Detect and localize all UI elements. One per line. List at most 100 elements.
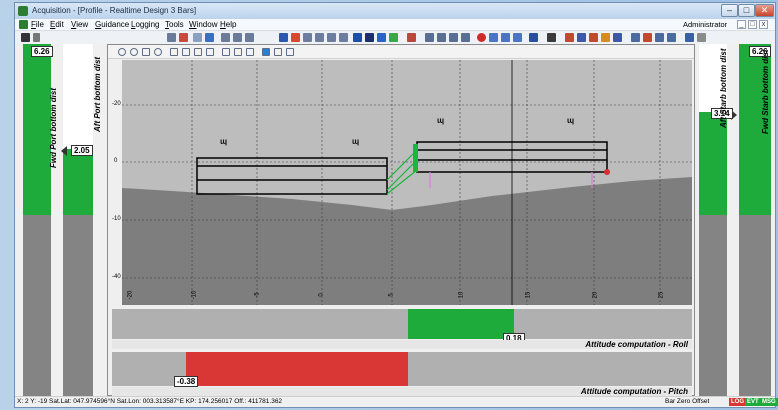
toolbar-icon-24[interactable] (461, 33, 470, 42)
toolbar-icon-9[interactable] (245, 33, 254, 42)
toolbar-icon-35[interactable] (613, 33, 622, 42)
toolbar-icon-32[interactable] (577, 33, 586, 42)
fwd-starb-gauge-bg (739, 215, 771, 396)
toolbar-icon-34[interactable] (601, 33, 610, 42)
measure-icon[interactable] (246, 48, 254, 56)
toolbar-icon-27[interactable] (501, 33, 510, 42)
menu-guidance[interactable]: Guidance (95, 20, 129, 29)
mdi-minimize-button[interactable]: _ (737, 20, 746, 29)
toolbar-icon-36[interactable] (631, 33, 640, 42)
aft-port-gauge-bg (63, 215, 93, 396)
toolbar-icon-37[interactable] (643, 33, 652, 42)
menu-help[interactable]: Help (220, 20, 236, 29)
export-icon[interactable] (286, 48, 294, 56)
toolbar-icon-5[interactable] (193, 33, 202, 42)
toolbar-icon-20[interactable] (407, 33, 416, 42)
mdi-close-button[interactable]: x (759, 20, 768, 29)
toolbar-icon-22[interactable] (437, 33, 446, 42)
toolbar-icon-18[interactable] (377, 33, 386, 42)
pan-left-icon[interactable] (170, 48, 178, 56)
aft-starb-gauge-bg (699, 215, 727, 396)
minimize-button[interactable]: – (721, 4, 738, 17)
menu-edit[interactable]: Edit (50, 20, 64, 29)
toolbar-icon-11[interactable] (291, 33, 300, 42)
toolbar-icon-16[interactable] (353, 33, 362, 42)
profile-toolbar (108, 45, 694, 59)
marker-point (604, 169, 610, 175)
pan-down-icon[interactable] (206, 48, 214, 56)
toolbar-icon-28[interactable] (513, 33, 522, 42)
title-bar[interactable]: Acquisition - [Profile - Realtime Design… (15, 3, 775, 19)
aft-port-gauge-empty (63, 44, 93, 149)
fwd-port-gauge-bg (23, 215, 51, 396)
toolbar-icon-6[interactable] (205, 33, 214, 42)
chainage-tick: 20 (592, 291, 599, 299)
toolbar-icon-41[interactable] (697, 33, 706, 42)
toolbar-icon-1[interactable] (21, 33, 30, 42)
pitch-gauge: -0.38 Attitude computation - Pitch (112, 352, 692, 396)
roll-label: Attitude computation - Roll (585, 340, 688, 349)
toolbar-icon-15[interactable] (339, 33, 348, 42)
toolbar-icon-19[interactable] (389, 33, 398, 42)
antenna-marker-2: ɰ (352, 137, 359, 146)
zoom-window-icon[interactable] (142, 48, 150, 56)
log-badge[interactable]: LOG (729, 398, 746, 406)
menu-file[interactable]: File (31, 20, 44, 29)
toolbar-icon-17[interactable] (365, 33, 374, 42)
toolbar-icon-40[interactable] (685, 33, 694, 42)
roll-gauge-fill (408, 309, 514, 339)
roll-gauge: 0.18 Attitude computation - Roll (112, 309, 692, 349)
toolbar-icon-3[interactable] (167, 33, 176, 42)
zoom-out-icon[interactable] (130, 48, 138, 56)
toolbar-icon-14[interactable] (327, 33, 336, 42)
toolbar-icon-25[interactable] (477, 33, 486, 42)
evt-badge[interactable]: EVT (745, 398, 761, 406)
menu-window[interactable]: Window (189, 20, 217, 29)
app-icon (18, 6, 28, 16)
toolbar-icon-7[interactable] (221, 33, 230, 42)
toolbar-icon-8[interactable] (233, 33, 242, 42)
zoom-fit-icon[interactable] (154, 48, 162, 56)
depth-tick: -40 (112, 274, 121, 280)
msg-badge[interactable]: MSG (760, 398, 778, 406)
menu-view[interactable]: View (71, 20, 88, 29)
toolbar-icon-38[interactable] (655, 33, 664, 42)
toolbar-icon-13[interactable] (315, 33, 324, 42)
center-icon[interactable] (234, 48, 242, 56)
mdi-restore-button[interactable]: □ (748, 20, 757, 29)
close-button[interactable]: ✕ (755, 4, 774, 17)
main-toolbar (15, 32, 775, 44)
menu-logging[interactable]: Logging (131, 20, 159, 29)
zoom-in-icon[interactable] (118, 48, 126, 56)
mode-readout: Bar Zero Offset (665, 398, 710, 405)
toolbar-icon-10[interactable] (279, 33, 288, 42)
user-menu[interactable]: Administrator (683, 20, 727, 29)
layers-icon[interactable] (262, 48, 270, 56)
toolbar-icon-21[interactable] (425, 33, 434, 42)
pan-up-icon[interactable] (194, 48, 202, 56)
rotate-icon[interactable] (222, 48, 230, 56)
toolbar-icon-12[interactable] (303, 33, 312, 42)
copy-icon[interactable] (274, 48, 282, 56)
toolbar-icon-4[interactable] (179, 33, 188, 42)
anchor-pins (429, 172, 593, 188)
toolbar-icon-2[interactable] (33, 33, 40, 42)
depth-tick: -10 (112, 216, 121, 222)
fwd-starb-label: Fwd Starb bottom dist (761, 49, 770, 134)
toolbar-icon-39[interactable] (667, 33, 676, 42)
toolbar-icon-26[interactable] (489, 33, 498, 42)
aft-port-gauge-fill (63, 149, 93, 215)
chainage-tick: -20 (127, 290, 134, 300)
status-bar: X: 2 Y: -19 Sat.Lat: 047.974596°N Sat.Lo… (15, 396, 778, 407)
barge-left (196, 157, 388, 195)
menu-tools[interactable]: Tools (165, 20, 184, 29)
toolbar-icon-23[interactable] (449, 33, 458, 42)
pitch-label: Attitude computation - Pitch (580, 387, 688, 396)
maximize-button[interactable]: □ (738, 4, 755, 17)
pan-right-icon[interactable] (182, 48, 190, 56)
toolbar-icon-31[interactable] (565, 33, 574, 42)
toolbar-icon-30[interactable] (547, 33, 556, 42)
seabed-profile-plot[interactable]: ɰ ɰ ɰ ɰ -20 0 -10 -40 -20 -10 -5 0 5 10 … (112, 60, 692, 305)
toolbar-icon-29[interactable] (529, 33, 538, 42)
toolbar-icon-33[interactable] (589, 33, 598, 42)
